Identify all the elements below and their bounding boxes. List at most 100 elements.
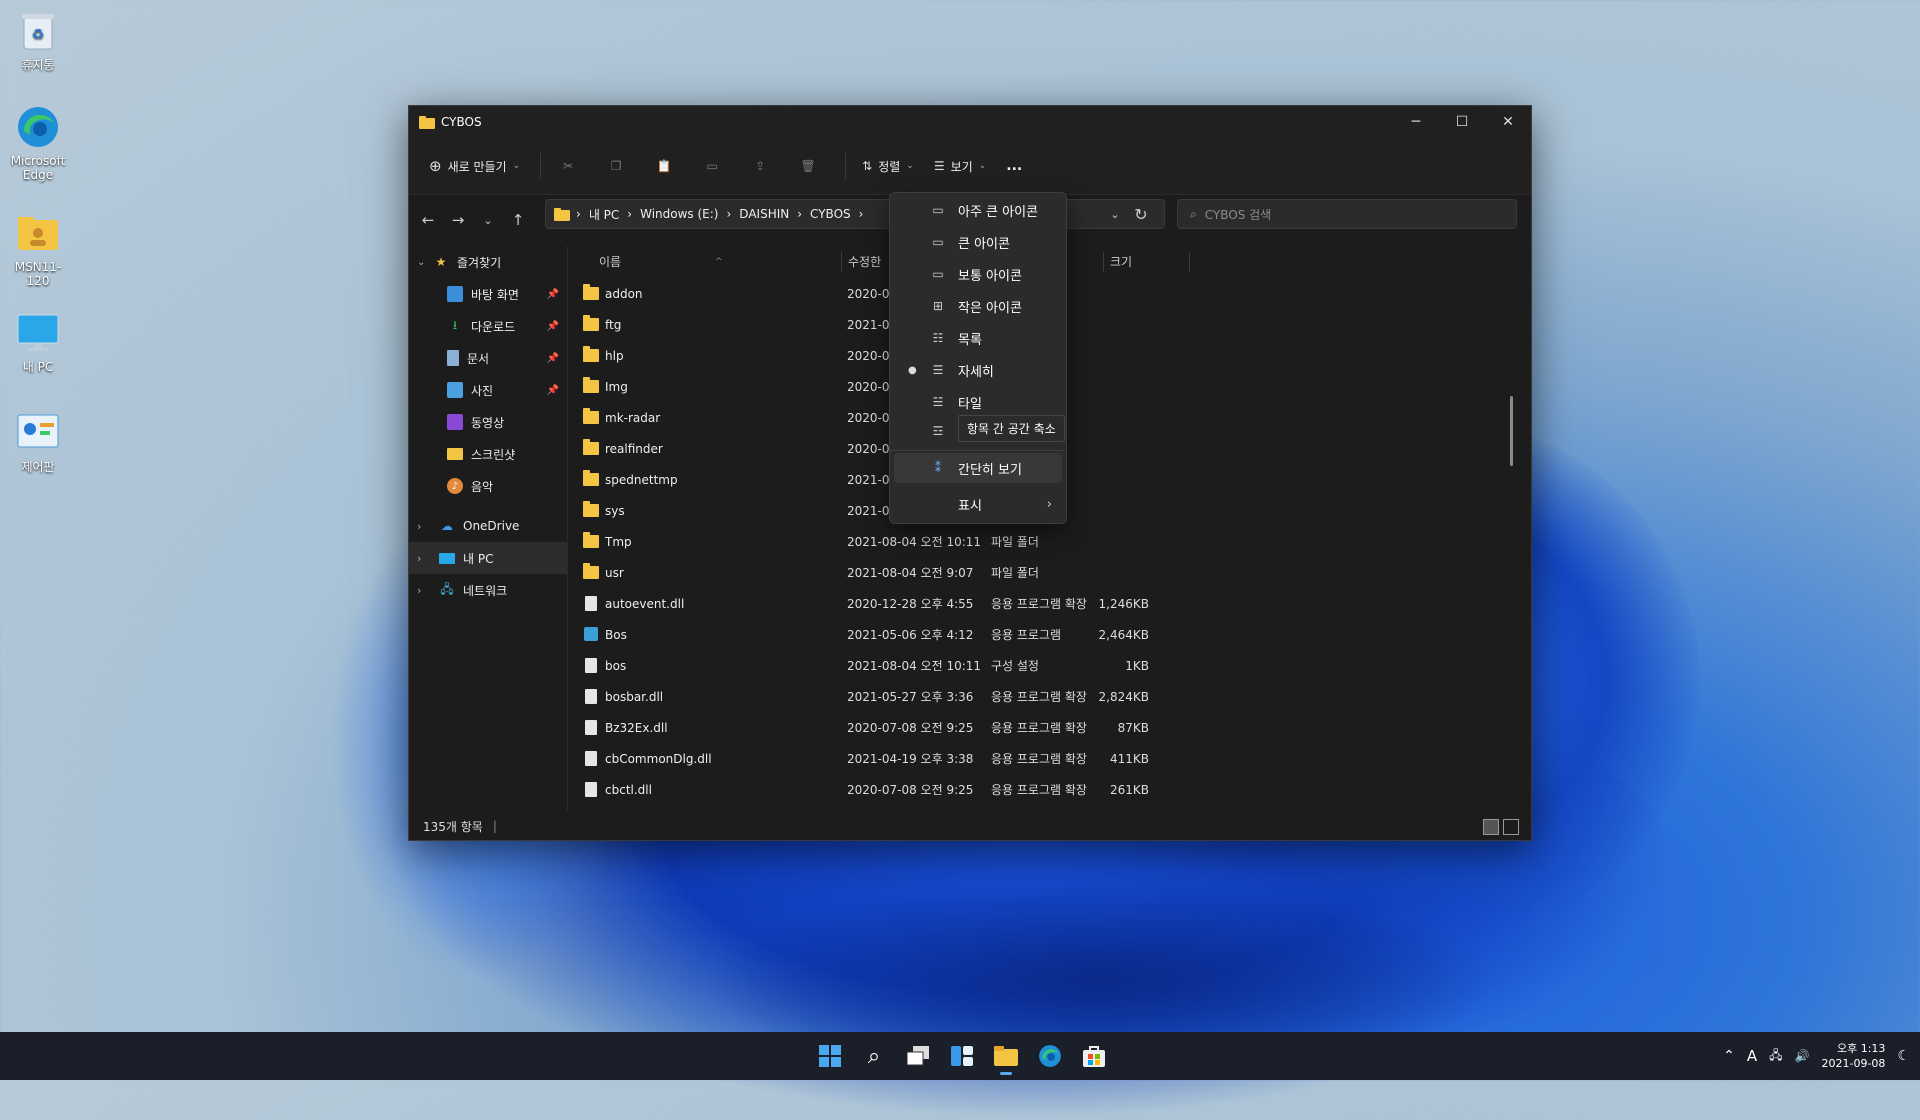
tiles-view-icon[interactable] <box>1503 819 1519 835</box>
widgets-button[interactable] <box>942 1036 982 1076</box>
vertical-scrollbar[interactable] <box>1510 396 1513 466</box>
address-bar[interactable]: › 내 PC › Windows (E:) › DAISHIN › CYBOS … <box>545 199 1165 229</box>
file-name: addon <box>605 286 643 301</box>
desktop-icon-recycle-bin[interactable]: ♻ 휴지통 <box>4 8 72 72</box>
file-row[interactable]: Bz32Ex.dll 2020-07-08 오전 9:25 응용 프로그램 확장 87… <box>569 712 1519 743</box>
chevron-right-icon: › <box>417 551 422 565</box>
volume-icon[interactable]: 🔊 <box>1795 1049 1810 1063</box>
file-type: 응용 프로그램 확장 <box>991 597 1087 611</box>
clock[interactable]: 오후 1:13 2021-09-08 <box>1822 1041 1886 1071</box>
menu-item-compact-view[interactable]: ⁑ 간단히 보기 <box>894 453 1062 483</box>
network-icon[interactable]: 🖧 <box>1769 1046 1782 1067</box>
file-name: ftg <box>605 317 622 332</box>
menu-item-label: 아주 큰 아이콘 <box>958 204 1039 220</box>
sidebar-this-pc[interactable]: › 내 PC <box>409 542 567 574</box>
pin-icon: 📌 <box>546 320 559 332</box>
desktop-icon-edge[interactable]: Microsoft Edge <box>4 104 72 182</box>
sidebar-item-desktop[interactable]: 바탕 화면 📌 <box>409 278 567 310</box>
sidebar-favorites[interactable]: ⌄ ★ 즐겨찾기 <box>409 246 567 278</box>
breadcrumb-item[interactable]: Windows (E:) <box>640 207 718 221</box>
file-row[interactable]: cbCommonDlg.dll 2021-04-19 오후 3:38 응용 프로그램… <box>569 743 1519 774</box>
more-button[interactable]: ... <box>1006 158 1022 174</box>
file-row[interactable]: cbctl.dll 2020-07-08 오전 9:25 응용 프로그램 확장 261… <box>569 774 1519 805</box>
sidebar-network[interactable]: › 🖧 네트워크 <box>409 574 567 606</box>
rename-icon[interactable]: ▭ <box>701 159 723 173</box>
menu-item-list[interactable]: ☷ 목록 <box>890 323 1066 353</box>
menu-item-show[interactable]: 표시 › <box>890 489 1066 519</box>
column-header-size[interactable]: 크기 <box>1103 252 1132 272</box>
notification-icon[interactable]: ☾ <box>1897 1048 1910 1064</box>
folder-icon <box>583 470 599 486</box>
breadcrumb-item[interactable]: CYBOS <box>810 207 851 221</box>
sidebar-item-music[interactable]: ♪ 음악 <box>409 470 567 502</box>
column-header-date[interactable]: 수정한 <box>841 252 881 272</box>
download-icon: ⭳ <box>452 317 458 332</box>
sort-ascending-icon: ^ <box>715 257 723 267</box>
file-row[interactable]: autoevent.dll 2020-12-28 오후 4:55 응용 프로그램 확… <box>569 588 1519 619</box>
file-row[interactable]: usr 2021-08-04 오전 9:07 파일 폴더 <box>569 557 1519 588</box>
sidebar-item-pictures[interactable]: 사진 📌 <box>409 374 567 406</box>
sort-button[interactable]: ⇅ 정렬 ⌄ <box>862 158 914 175</box>
column-header-name[interactable]: 이름 <box>593 252 621 272</box>
share-icon[interactable]: ⇪ <box>749 159 771 173</box>
file-explorer-taskbar-button[interactable] <box>986 1036 1026 1076</box>
file-size: 1,246KB <box>1098 596 1149 611</box>
sidebar-item-videos[interactable]: 동영상 <box>409 406 567 438</box>
monitor-icon: ▭ <box>932 203 944 217</box>
address-history-chevron-icon[interactable]: ⌄ <box>1103 202 1127 226</box>
recent-chevron-icon[interactable]: ⌄ <box>473 214 503 227</box>
menu-item-details[interactable]: ● ☰ 자세히 <box>890 355 1066 385</box>
desktop-icon-this-pc[interactable]: 내 PC <box>4 310 72 374</box>
folder-icon <box>583 346 599 362</box>
forward-arrow-icon[interactable]: → <box>443 211 473 229</box>
taskbar-search-button[interactable]: ⌕ <box>854 1036 894 1076</box>
start-button[interactable] <box>810 1036 850 1076</box>
desktop-icon-control-panel[interactable]: 제어판 <box>4 410 72 474</box>
tiles-icon: ☱ <box>932 395 944 409</box>
sidebar-item-downloads[interactable]: ⭳ 다운로드 📌 <box>409 310 567 342</box>
nav-buttons: ← → ⌄ ↑ <box>409 194 549 246</box>
view-list-icon: ☰ <box>933 159 945 173</box>
edge-taskbar-button[interactable] <box>1030 1036 1070 1076</box>
sidebar-item-screenshots[interactable]: 스크린샷 <box>409 438 567 470</box>
menu-item-large-icons[interactable]: ▭ 큰 아이콘 <box>890 227 1066 257</box>
file-size: 1KB <box>1125 658 1149 673</box>
file-row[interactable]: cbsetting.dll2021-06-14 오후 4:08응용 프로그램 확… <box>569 805 1519 811</box>
new-button[interactable]: ⊕ 새로 만들기 ⌄ <box>429 157 520 175</box>
menu-item-extra-large-icons[interactable]: ▭ 아주 큰 아이콘 <box>890 195 1066 225</box>
menu-item-small-icons[interactable]: ⊞ 작은 아이콘 <box>890 291 1066 321</box>
sidebar-item-label: 바탕 화면 <box>471 287 519 302</box>
cut-icon[interactable]: ✂ <box>557 159 579 173</box>
menu-item-medium-icons[interactable]: ▭ 보통 아이콘 <box>890 259 1066 289</box>
close-button[interactable]: ✕ <box>1485 106 1531 138</box>
store-taskbar-button[interactable] <box>1074 1036 1114 1076</box>
title-bar[interactable]: CYBOS ─ ☐ ✕ <box>409 106 1531 138</box>
sidebar-item-documents[interactable]: 문서 📌 <box>409 342 567 374</box>
video-icon <box>447 414 463 430</box>
refresh-icon[interactable]: ↻ <box>1129 202 1153 226</box>
ime-indicator[interactable]: A <box>1747 1047 1757 1065</box>
search-box[interactable]: ⌕ CYBOS 검색 <box>1177 199 1517 229</box>
maximize-button[interactable]: ☐ <box>1439 106 1485 138</box>
menu-item-tiles[interactable]: ☱ 타일 <box>890 387 1066 417</box>
breadcrumb-item[interactable]: DAISHIN <box>739 207 789 221</box>
up-arrow-icon[interactable]: ↑ <box>503 211 533 229</box>
file-row[interactable]: Bos 2021-05-06 오후 4:12 응용 프로그램 2,464KB <box>569 619 1519 650</box>
task-view-button[interactable] <box>898 1036 938 1076</box>
chevron-up-icon[interactable]: ⌃ <box>1723 1048 1735 1064</box>
desktop-icon-user-folder[interactable]: MSN11-120 <box>4 210 72 288</box>
breadcrumb-item[interactable]: 내 PC <box>589 206 619 223</box>
paste-icon[interactable]: 📋 <box>653 159 675 173</box>
details-view-icon[interactable] <box>1483 819 1499 835</box>
folder-icon <box>994 1046 1018 1066</box>
file-row[interactable]: bosbar.dll 2021-05-27 오후 3:36 응용 프로그램 확장 2,… <box>569 681 1519 712</box>
back-arrow-icon[interactable]: ← <box>413 211 443 229</box>
view-button[interactable]: ☰ 보기 ⌄ <box>934 158 986 175</box>
minimize-button[interactable]: ─ <box>1393 106 1439 138</box>
file-row[interactable]: bos 2021-08-04 오전 10:11 구성 설정 1KB <box>569 650 1519 681</box>
sidebar-item-label: 사진 <box>471 383 494 398</box>
copy-icon[interactable]: ❐ <box>605 159 627 173</box>
sidebar-onedrive[interactable]: › ☁ OneDrive <box>409 510 567 542</box>
file-row[interactable]: Tmp 2021-08-04 오전 10:11 파일 폴더 <box>569 526 1519 557</box>
delete-icon[interactable]: 🗑 <box>797 159 819 173</box>
